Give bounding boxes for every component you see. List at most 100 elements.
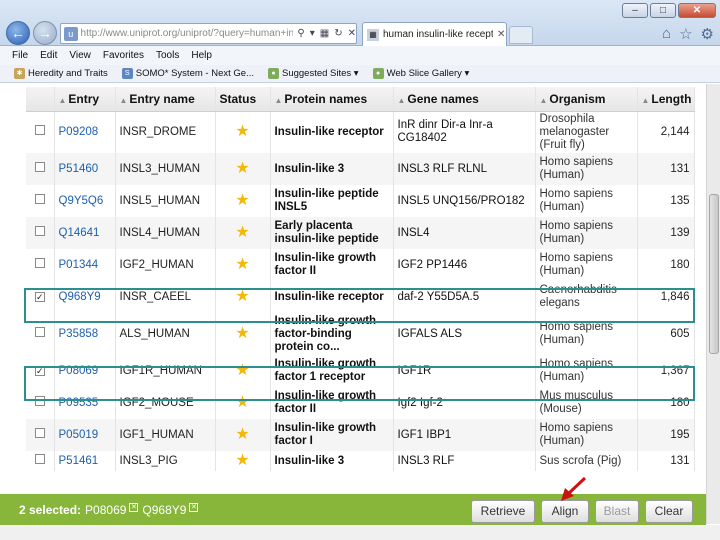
forward-button[interactable]: → <box>33 21 57 45</box>
entry-link[interactable]: P09208 <box>54 111 116 153</box>
entry-link[interactable]: P35858 <box>54 313 116 355</box>
align-button[interactable]: Align <box>541 500 589 523</box>
organism: Homo sapiens (Human) <box>535 217 638 249</box>
remove-selection-icon[interactable]: ✕ <box>129 502 139 512</box>
reviewed-star-icon: ★ <box>235 425 250 443</box>
row-checkbox[interactable] <box>34 125 45 136</box>
entry-link[interactable]: Q9Y5Q6 <box>54 185 116 217</box>
organism: Caenorhabditis elegans <box>535 281 638 313</box>
sort-icon: ▲ <box>641 95 650 105</box>
header-entry[interactable]: ▲ Entry <box>54 87 116 112</box>
row-checkbox[interactable] <box>34 194 45 204</box>
vertical-scrollbar[interactable] <box>706 84 720 524</box>
row-select-cell <box>26 387 55 419</box>
reviewed-star-icon: ★ <box>235 191 250 209</box>
row-checkbox[interactable] <box>34 454 45 464</box>
row-select-cell <box>26 451 55 471</box>
organism: Homo sapiens (Human) <box>535 355 638 387</box>
search-icon[interactable]: ⚲ <box>297 28 304 39</box>
table-row[interactable]: P51461 INSL3_PIG ★ Insulin-like 3 INSL3 … <box>26 451 695 471</box>
refresh-icon[interactable]: ↻ <box>334 28 342 39</box>
favorites-star-icon[interactable]: ☆ <box>679 25 692 43</box>
status-cell: ★ <box>215 313 271 355</box>
window-controls: – □ ✕ <box>622 3 716 18</box>
table-row[interactable]: P05019 IGF1_HUMAN ★ Insulin-like growth … <box>26 419 695 451</box>
maximize-button[interactable]: □ <box>650 3 676 18</box>
home-icon[interactable]: ⌂ <box>662 25 671 43</box>
row-checkbox[interactable] <box>34 226 45 236</box>
favorites-item-suggested-sites[interactable]: ● Suggested Sites ▾ <box>267 68 359 79</box>
favorites-item-web-slice[interactable]: ● Web Slice Gallery ▾ <box>372 68 469 79</box>
gene-names: daf-2 Y55D5A.5 <box>393 281 536 313</box>
close-window-button[interactable]: ✕ <box>678 3 716 18</box>
browser-tab-active[interactable]: ▦ human insulin-like recepto... ✕ <box>362 22 507 46</box>
menu-favorites[interactable]: Favorites <box>103 50 144 61</box>
menu-file[interactable]: File <box>12 50 28 61</box>
entry-link[interactable]: P01344 <box>54 249 116 281</box>
bookmark-icon: S <box>121 68 133 79</box>
entry-link[interactable]: Q14641 <box>54 217 116 249</box>
entry-name: INSR_CAEEL <box>115 281 216 313</box>
menu-help[interactable]: Help <box>191 50 212 61</box>
browser-toolbar-icons: ⌂ ☆ ⚙ <box>662 25 714 43</box>
entry-name: INSR_DROME <box>115 111 216 153</box>
url-text[interactable]: http://www.uniprot.org/uniprot/?query=hu… <box>81 28 294 39</box>
table-row[interactable]: P35858 ALS_HUMAN ★ Insulin-like growth f… <box>26 313 695 355</box>
back-button[interactable]: ← <box>6 21 30 45</box>
table-row[interactable]: P51460 INSL3_HUMAN ★ Insulin-like 3 INSL… <box>26 153 695 185</box>
status-cell: ★ <box>215 185 271 217</box>
row-checkbox[interactable] <box>34 162 45 172</box>
clear-button[interactable]: Clear <box>645 500 693 523</box>
gear-icon[interactable]: ⚙ <box>701 25 714 43</box>
table-row[interactable]: Q9Y5Q6 INSL5_HUMAN ★ Insulin-like peptid… <box>26 185 695 217</box>
entry-link[interactable]: P05019 <box>54 419 116 451</box>
new-tab-button[interactable] <box>509 26 533 44</box>
favorites-item-heredity[interactable]: ✱ Heredity and Traits <box>14 68 108 79</box>
header-gene-names[interactable]: ▲ Gene names <box>393 87 536 112</box>
row-checkbox[interactable] <box>34 258 45 268</box>
compatibility-icon[interactable]: ▦ <box>320 28 329 39</box>
header-length[interactable]: ▲ Length <box>637 87 695 112</box>
row-checkbox[interactable] <box>34 396 45 406</box>
table-row[interactable]: P09208 INSR_DROME ★ Insulin-like recepto… <box>26 111 695 153</box>
row-checkbox[interactable] <box>34 428 45 438</box>
reviewed-star-icon: ★ <box>235 159 250 177</box>
table-row-selected[interactable]: ✓ P08069 IGF1R_HUMAN ★ Insulin-like grow… <box>26 355 695 387</box>
table-row-selected[interactable]: ✓ Q968Y9 INSR_CAEEL ★ Insulin-like recep… <box>26 281 695 313</box>
results-panel: ▲ Entry ▲ Entry name Status ▲ Protein names… <box>0 84 706 494</box>
tab-close-icon[interactable]: ✕ <box>497 29 505 40</box>
table-row[interactable]: Q14641 INSL4_HUMAN ★ Early placenta insu… <box>26 217 695 249</box>
reviewed-star-icon: ★ <box>235 122 250 140</box>
menu-tools[interactable]: Tools <box>156 50 179 61</box>
table-row[interactable]: P09535 IGF2_MOUSE ★ Insulin-like growth … <box>26 387 695 419</box>
remove-selection-icon[interactable]: ✕ <box>189 502 199 512</box>
entry-name: INSL4_HUMAN <box>115 217 216 249</box>
entry-link[interactable]: P08069 <box>54 355 116 387</box>
dropdown-icon[interactable]: ▾ <box>310 28 315 39</box>
menu-view[interactable]: View <box>69 50 91 61</box>
entry-link[interactable]: Q968Y9 <box>54 281 116 313</box>
length: 1,367 <box>637 355 695 387</box>
menu-edit[interactable]: Edit <box>40 50 57 61</box>
retrieve-button[interactable]: Retrieve <box>471 500 535 523</box>
minimize-button[interactable]: – <box>622 3 648 18</box>
favorites-item-somo[interactable]: S SOMO* System - Next Ge... <box>121 68 254 79</box>
selected-entry-chip: P08069 ✕ <box>85 502 139 517</box>
row-checkbox[interactable] <box>34 327 45 337</box>
scrollbar-thumb[interactable] <box>709 194 719 354</box>
stop-icon[interactable]: ✕ <box>348 28 356 39</box>
entry-link[interactable]: P09535 <box>54 387 116 419</box>
header-protein-names[interactable]: ▲ Protein names <box>270 87 394 112</box>
row-checkbox-checked[interactable]: ✓ <box>34 365 45 376</box>
entry-link[interactable]: P51460 <box>54 153 116 185</box>
header-organism[interactable]: ▲ Organism <box>535 87 638 112</box>
address-bar[interactable]: u http://www.uniprot.org/uniprot/?query=… <box>60 23 357 44</box>
entry-link[interactable]: P51461 <box>54 451 116 471</box>
protein-name: Insulin-like growth factor-binding prote… <box>270 313 394 355</box>
blast-button[interactable]: Blast <box>595 500 639 523</box>
table-row[interactable]: P01344 IGF2_HUMAN ★ Insulin-like growth … <box>26 249 695 281</box>
header-entry-name[interactable]: ▲ Entry name <box>115 87 216 112</box>
row-checkbox-checked[interactable]: ✓ <box>34 291 45 302</box>
header-status[interactable]: Status <box>215 87 271 112</box>
site-favicon-icon: u <box>64 26 78 41</box>
